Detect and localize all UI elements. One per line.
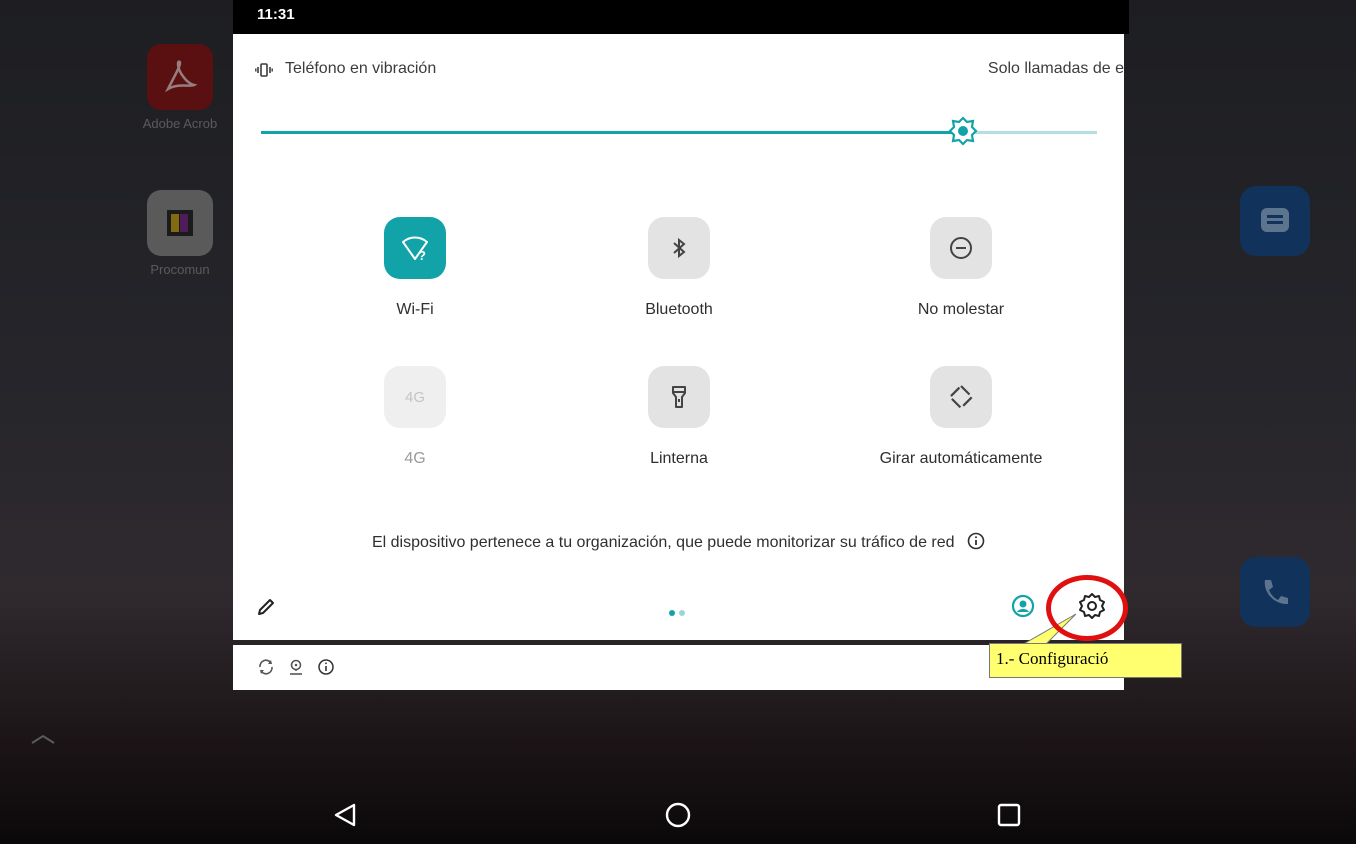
tile-wifi[interactable]: ? Wi-Fi [265,217,565,319]
tile-auto-rotate[interactable]: Girar automáticamente [811,366,1111,468]
navigation-bar [0,784,1356,844]
info-icon [318,659,334,675]
flashlight-toggle[interactable] [648,366,710,428]
mobile-data-icon: 4G [404,388,425,406]
wifi-unknown-icon: ? [402,236,428,263]
vibrate-icon[interactable] [255,62,273,78]
organization-notice[interactable]: El dispositivo pertenece a tu organizaci… [233,532,1124,552]
status-bar: 11:31 [233,0,1129,34]
auto-rotate-toggle[interactable] [930,366,992,428]
tile-label: Wi-Fi [396,301,434,318]
bluetooth-toggle[interactable] [648,217,710,279]
tile-label: 4G [404,450,426,467]
brightness-slider[interactable] [261,116,1097,146]
tile-flashlight[interactable]: Linterna [529,366,829,468]
tile-label: Bluetooth [645,301,713,318]
home-icon[interactable] [663,800,693,830]
do-not-disturb-toggle[interactable] [930,217,992,279]
tile-label: No molestar [917,301,1005,318]
tile-label: Girar automáticamente [879,450,1043,467]
wifi-toggle[interactable]: ? [384,217,446,279]
location-icon [290,659,302,675]
edit-pencil-icon[interactable] [255,596,277,618]
ringer-mode-label[interactable]: Teléfono en vibración [285,60,436,78]
ringer-row: Teléfono en vibración Solo llamadas de e [255,60,1124,82]
auto-rotate-icon [948,384,974,410]
back-icon[interactable] [330,800,360,830]
calls-only-label[interactable]: Solo llamadas de e [954,60,1124,78]
bluetooth-icon [673,237,686,259]
quick-settings-panel: Teléfono en vibración Solo llamadas de e… [233,34,1124,640]
do-not-disturb-icon [950,237,972,259]
svg-text:?: ? [418,248,426,263]
brightness-fill [261,131,964,134]
info-icon[interactable] [967,532,985,550]
brightness-thumb-icon[interactable] [948,116,978,146]
sync-icon [259,659,273,675]
page-indicator [669,603,691,616]
page-dot [679,610,685,616]
highlight-circle [1046,575,1128,641]
annotation-callout: 1.- Configuració [989,643,1182,678]
status-time: 11:31 [257,6,295,23]
tile-do-not-disturb[interactable]: No molestar [811,217,1111,319]
organization-notice-text: El dispositivo pertenece a tu organizaci… [371,534,955,551]
tile-label: Linterna [650,450,708,467]
tile-mobile-data[interactable]: 4G 4G [265,366,565,468]
page-dot-active [669,610,675,616]
tile-bluetooth[interactable]: Bluetooth [529,217,829,319]
mobile-data-toggle[interactable]: 4G [384,366,446,428]
recents-icon[interactable] [994,800,1024,830]
flashlight-icon [672,386,686,408]
